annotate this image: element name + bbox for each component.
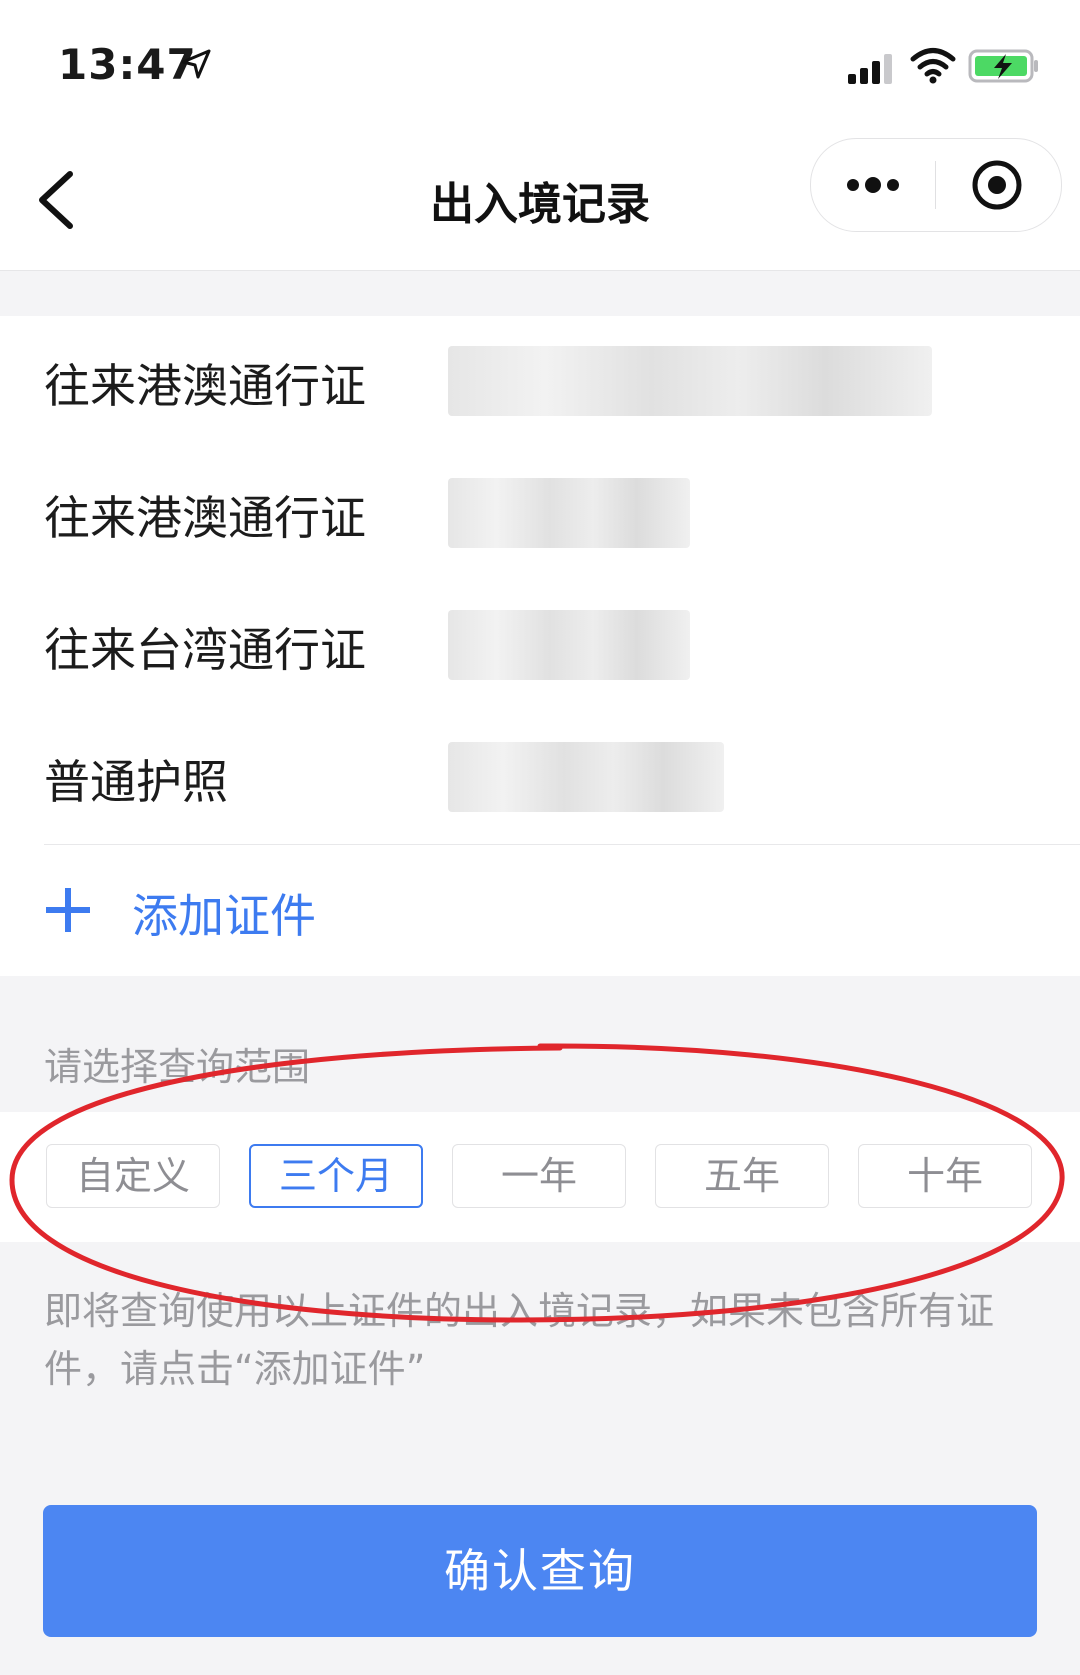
redacted-number: [448, 478, 690, 548]
redacted-number: [448, 346, 932, 416]
status-bar: 13:47: [0, 0, 1080, 130]
notice-text: 即将查询使用以上证件的出入境记录，如果未包含所有证件，请点击“添加证件”: [44, 1289, 995, 1391]
wifi-icon: [910, 48, 956, 84]
range-option-one-year[interactable]: 一年: [452, 1144, 626, 1208]
list-divider: [44, 844, 1080, 845]
document-list: 往来港澳通行证 往来港澳通行证 往来台湾通行证 普通护照 添加证件: [0, 316, 1080, 976]
mini-program-capsule: [810, 138, 1062, 232]
range-option-five-years[interactable]: 五年: [655, 1144, 829, 1208]
confirm-query-button[interactable]: 确认查询: [43, 1505, 1037, 1637]
more-dots-icon: [847, 177, 899, 193]
add-document-label: 添加证件: [132, 889, 316, 943]
document-type-label: 往来台湾通行证: [44, 623, 366, 677]
plus-icon: [46, 888, 90, 932]
document-type-label: 往来港澳通行证: [44, 359, 366, 413]
redacted-number: [448, 610, 690, 680]
battery-charging-icon: [968, 49, 1038, 83]
close-button[interactable]: [937, 139, 1061, 231]
range-selector: 自定义 三个月 一年 五年 十年: [0, 1112, 1080, 1242]
location-arrow-icon: [181, 49, 211, 79]
document-type-label: 普通护照: [44, 755, 228, 809]
redacted-number: [448, 742, 724, 812]
add-document-button[interactable]: 添加证件: [0, 846, 1080, 976]
document-row[interactable]: 往来港澳通行证: [0, 448, 1080, 580]
document-row[interactable]: 普通护照: [0, 712, 1080, 844]
more-button[interactable]: [811, 139, 935, 231]
target-circle-icon: [972, 160, 1022, 210]
range-option-three-months[interactable]: 三个月: [249, 1144, 423, 1208]
range-option-custom[interactable]: 自定义: [46, 1144, 220, 1208]
document-row[interactable]: 往来台湾通行证: [0, 580, 1080, 712]
signal-icon: [848, 54, 892, 84]
document-type-label: 往来港澳通行证: [44, 491, 366, 545]
capsule-divider: [935, 161, 936, 209]
status-time: 13:47: [58, 40, 197, 89]
document-row[interactable]: 往来港澳通行证: [0, 316, 1080, 448]
nav-bar: 出入境记录: [0, 130, 1080, 271]
range-option-ten-years[interactable]: 十年: [858, 1144, 1032, 1208]
range-section-title: 请选择查询范围: [44, 1045, 311, 1089]
